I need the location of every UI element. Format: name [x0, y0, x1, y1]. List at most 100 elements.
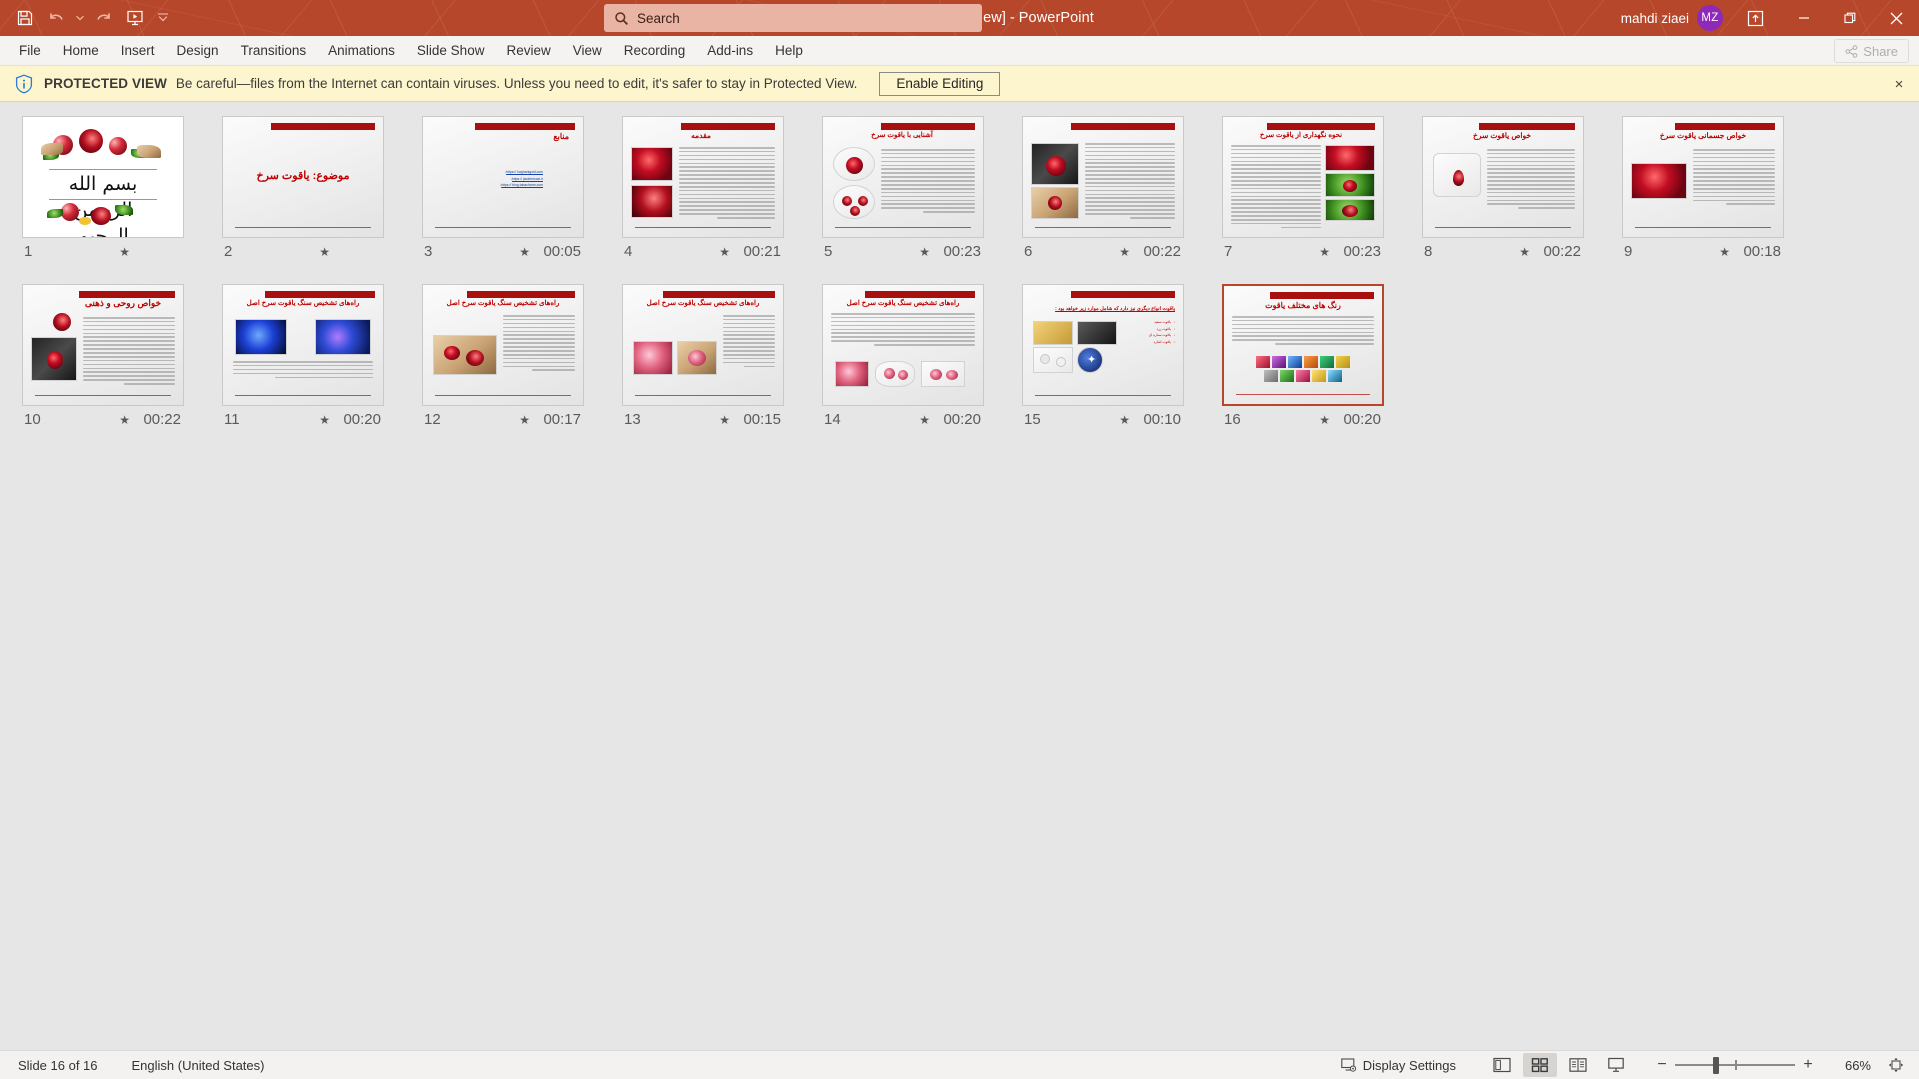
share-button[interactable]: Share — [1834, 39, 1909, 63]
slide-canvas[interactable]: نحوه نگهداری از یاقوت سرخ — [1222, 116, 1384, 238]
redo-icon[interactable] — [88, 4, 118, 32]
menu-item-review[interactable]: Review — [495, 39, 561, 62]
slide-thumbnail-4[interactable]: مقدمه 4 ★ 00:21 — [622, 116, 822, 260]
slide-duration: 00:20 — [943, 411, 981, 428]
customize-qat-icon[interactable] — [152, 4, 174, 32]
zoom-in-button[interactable]: + — [1795, 1053, 1821, 1077]
slide-canvas[interactable]: بسم الله الرحمن الرحيم — [22, 116, 184, 238]
slide-content: راه‌های تشخیص سنگ یاقوت سرخ اصل — [623, 285, 783, 405]
slide-canvas[interactable]: خواص جسمانی یاقوت سرخ — [1622, 116, 1784, 238]
zoom-level-label[interactable]: 66% — [1827, 1058, 1871, 1073]
slide-canvas[interactable]: خواص روحی و ذهنی — [22, 284, 184, 406]
ribbon-display-options-icon[interactable] — [1737, 0, 1773, 36]
slide-canvas[interactable]: راه‌های تشخیص سنگ یاقوت سرخ اصل — [222, 284, 384, 406]
slide-thumbnail-2[interactable]: موضوع: یاقوت سرخ 2 ★ — [222, 116, 422, 260]
slide-canvas[interactable]: منابع https:// haghanigold.com https:// … — [422, 116, 584, 238]
slide-thumbnail-10[interactable]: خواص روحی و ذهنی 10 ★ 00:22 — [22, 284, 222, 428]
normal-view-icon[interactable] — [1485, 1053, 1519, 1077]
menu-item-recording[interactable]: Recording — [613, 39, 697, 62]
zoom-control: − + 66% — [1649, 1053, 1911, 1077]
slide-thumbnail-9[interactable]: خواص جسمانی یاقوت سرخ 9 ★ 00:18 — [1622, 116, 1822, 260]
menu-item-help[interactable]: Help — [764, 39, 814, 62]
menu-item-animations[interactable]: Animations — [317, 39, 406, 62]
save-icon[interactable] — [10, 4, 40, 32]
bismillah-art: بسم الله الرحمن الرحيم — [23, 117, 183, 237]
slide-thumbnail-14[interactable]: راه‌های تشخیص سنگ یاقوت سرخ اصل — [822, 284, 1022, 428]
slide-sorter-pane[interactable]: بسم الله الرحمن الرحيم 1 ★ — [0, 102, 1919, 1050]
slide-canvas[interactable]: راه‌های تشخیص سنگ یاقوت سرخ اصل — [422, 284, 584, 406]
slide-canvas[interactable]: راه‌های تشخیص سنگ یاقوت سرخ اصل — [622, 284, 784, 406]
slide-counter[interactable]: Slide 16 of 16 — [14, 1056, 102, 1075]
display-settings-button[interactable]: Display Settings — [1336, 1054, 1461, 1076]
slide-thumbnail-12[interactable]: راه‌های تشخیص سنگ یاقوت سرخ اصل 12 ★ 00:1… — [422, 284, 622, 428]
fit-to-window-icon[interactable] — [1881, 1053, 1911, 1077]
menu-item-view[interactable]: View — [562, 39, 613, 62]
slide-show-icon[interactable] — [1599, 1053, 1633, 1077]
close-icon[interactable]: × — [1889, 74, 1909, 94]
slide-thumbnail-13[interactable]: راه‌های تشخیص سنگ یاقوت سرخ اصل 13 ★ 00:1… — [622, 284, 822, 428]
slide-canvas[interactable]: یاقوت انواع دیگری نیز دارد که شامل موارد… — [1022, 284, 1184, 406]
slide-meta: 6 ★ 00:22 — [1022, 238, 1184, 260]
zoom-slider[interactable] — [1675, 1053, 1795, 1077]
slide-thumbnail-3[interactable]: منابع https:// haghanigold.com https:// … — [422, 116, 622, 260]
source-link[interactable]: https:// javahersazi.ir — [512, 177, 543, 181]
slide-thumbnail-15[interactable]: یاقوت انواع دیگری نیز دارد که شامل موارد… — [1022, 284, 1222, 428]
slide-canvas[interactable]: مقدمه — [622, 116, 784, 238]
animation-star-icon: ★ — [719, 412, 730, 427]
menu-item-home[interactable]: Home — [52, 39, 110, 62]
body-text — [1231, 145, 1321, 231]
slide-sorter-view-icon[interactable] — [1523, 1053, 1557, 1077]
gem-row-bottom — [1254, 370, 1352, 382]
slide-thumbnail-5[interactable]: آشنایی با یاقوت سرخ 5 ★ 00:23 — [822, 116, 1022, 260]
slide-number: 16 — [1224, 411, 1241, 428]
slide-thumbnail-1[interactable]: بسم الله الرحمن الرحيم 1 ★ — [22, 116, 222, 260]
body-text — [83, 317, 175, 387]
menu-item-transitions[interactable]: Transitions — [230, 39, 318, 62]
slide-content: خواص روحی و ذهنی — [23, 285, 183, 405]
minimize-icon[interactable] — [1781, 0, 1827, 36]
reading-view-icon[interactable] — [1561, 1053, 1595, 1077]
start-presentation-icon[interactable] — [120, 4, 150, 32]
slide-title: خواص جسمانی یاقوت سرخ — [1659, 131, 1747, 140]
source-link[interactable]: https:// haghanigold.com — [506, 170, 543, 174]
bismillah-calligraphy: بسم الله الرحمن الرحيم — [68, 173, 138, 238]
enable-editing-button[interactable]: Enable Editing — [879, 71, 1001, 96]
slide-canvas[interactable]: خواص یاقوت سرخ — [1422, 116, 1584, 238]
slide-thumbnail-7[interactable]: نحوه نگهداری از یاقوت سرخ 7 ★ 00:23 — [1222, 116, 1422, 260]
close-icon[interactable] — [1873, 0, 1919, 36]
list-item: یاقوت اشارد — [1119, 339, 1175, 346]
slide-thumbnail-11[interactable]: راه‌های تشخیص سنگ یاقوت سرخ اصل 11 ★ 00:2… — [222, 284, 422, 428]
slide-canvas[interactable] — [1022, 116, 1184, 238]
slide-thumbnail-16[interactable]: رنگ های مختلف یاقوت 16 ★ 00:20 — [1222, 284, 1422, 428]
slide-meta: 2 ★ — [222, 238, 384, 260]
restore-icon[interactable] — [1827, 0, 1873, 36]
list-item[interactable]: https:// blog.tabacharm.com — [431, 182, 543, 189]
body-text — [881, 149, 975, 215]
slide-canvas[interactable]: آشنایی با یاقوت سرخ — [822, 116, 984, 238]
menu-item-add-ins[interactable]: Add-ins — [696, 39, 764, 62]
menu-item-slide-show[interactable]: Slide Show — [406, 39, 496, 62]
menu-item-design[interactable]: Design — [166, 39, 230, 62]
account-name[interactable]: mahdi ziaei — [1621, 11, 1689, 26]
slide-canvas[interactable]: موضوع: یاقوت سرخ — [222, 116, 384, 238]
zoom-slider-thumb[interactable] — [1713, 1057, 1719, 1074]
slide-number: 7 — [1224, 243, 1233, 260]
slide-thumbnail-8[interactable]: خواص یاقوت سرخ 8 ★ 00:22 — [1422, 116, 1622, 260]
body-text — [723, 315, 775, 369]
menu-item-file[interactable]: File — [8, 39, 52, 62]
menu-item-insert[interactable]: Insert — [110, 39, 166, 62]
undo-icon[interactable] — [42, 4, 72, 32]
slide-canvas[interactable]: رنگ های مختلف یاقوت — [1222, 284, 1384, 406]
slide-duration: 00:10 — [1143, 411, 1181, 428]
slide-canvas[interactable]: راه‌های تشخیص سنگ یاقوت سرخ اصل — [822, 284, 984, 406]
avatar[interactable]: MZ — [1697, 5, 1723, 31]
slide-thumbnail-6[interactable]: 6 ★ 00:22 — [1022, 116, 1222, 260]
slide-image — [1031, 143, 1079, 185]
language-indicator[interactable]: English (United States) — [128, 1056, 269, 1075]
zoom-out-button[interactable]: − — [1649, 1053, 1675, 1077]
search-input[interactable]: Search — [604, 4, 982, 32]
source-link[interactable]: https:// blog.tabacharm.com — [501, 183, 543, 187]
slide-number: 15 — [1024, 411, 1041, 428]
slide-meta: 16 ★ 00:20 — [1222, 406, 1384, 428]
undo-dropdown-icon[interactable] — [74, 4, 86, 32]
